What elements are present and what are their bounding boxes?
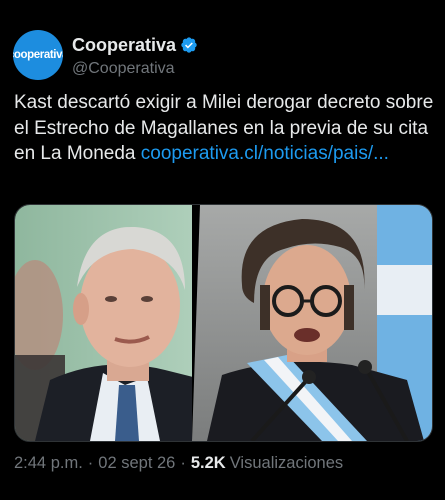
author-handle[interactable]: @Cooperativa <box>72 60 175 78</box>
author-name-row[interactable]: Cooperativa <box>72 34 198 56</box>
meta-separator-2: · <box>180 454 186 472</box>
author-display-name[interactable]: Cooperativa <box>72 35 176 56</box>
photo-man-glasses-presidential-sash[interactable] <box>192 205 432 441</box>
tweet-link[interactable]: cooperativa.cl/noticias/pais/... <box>141 143 389 164</box>
meta-separator: · <box>87 454 94 472</box>
views-label[interactable]: Visualizaciones <box>230 454 343 473</box>
tweet[interactable]: cooperativa Cooperativa @Cooperativa Kas… <box>0 0 445 500</box>
tweet-date[interactable]: 02 sept 26 <box>98 454 175 473</box>
views-count[interactable]: 5.2K <box>191 454 226 473</box>
tweet-text: Kast descartó exigir a Milei derogar dec… <box>14 90 434 167</box>
tweet-meta: 2:44 p.m. · 02 sept 26 · 5.2K Visualizac… <box>14 454 343 473</box>
tweet-time[interactable]: 2:44 p.m. <box>14 454 83 473</box>
verified-badge-icon <box>180 36 198 54</box>
media-grid[interactable] <box>14 204 433 442</box>
author-avatar[interactable]: cooperativa <box>13 30 63 80</box>
avatar-logo-text: cooperativa <box>13 49 63 61</box>
